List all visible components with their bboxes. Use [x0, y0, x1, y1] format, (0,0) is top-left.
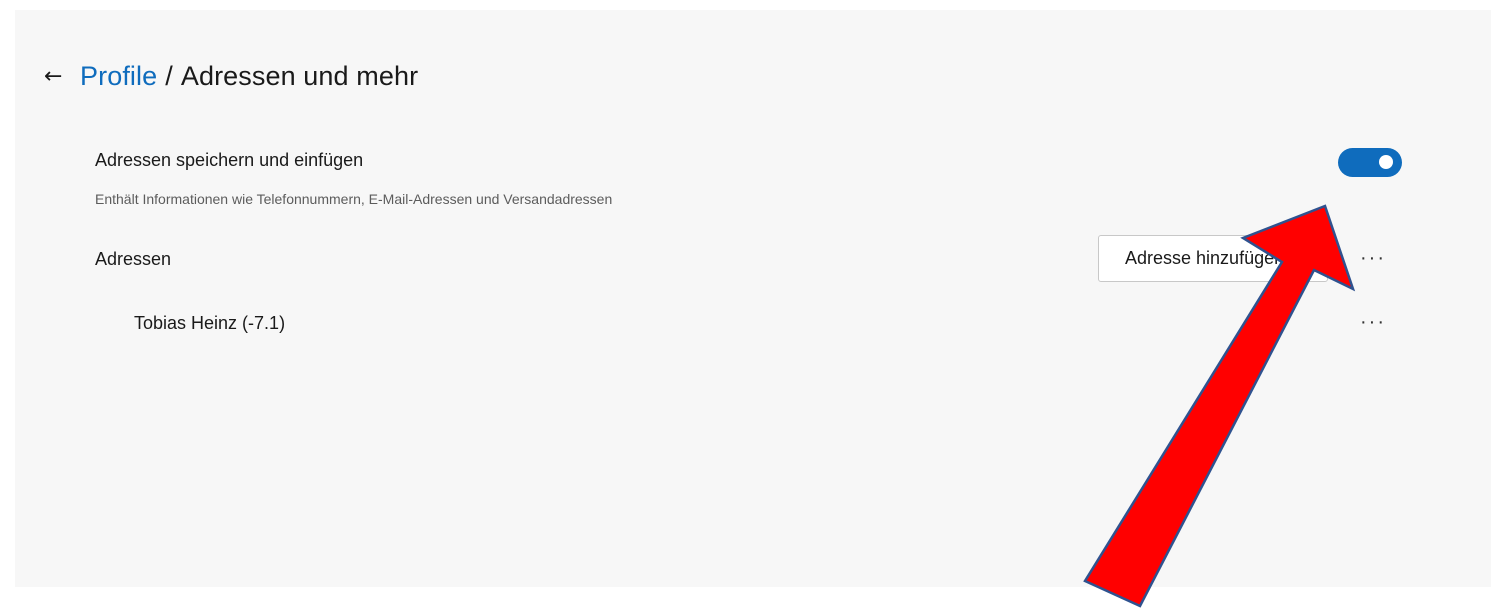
addresses-section-label: Adressen — [95, 249, 172, 269]
save-addresses-setting-title: Adressen speichern und einfügen — [95, 150, 364, 170]
save-addresses-toggle[interactable] — [1338, 148, 1402, 177]
breadcrumb-current: Adressen und mehr — [180, 60, 419, 91]
save-addresses-setting-description: Enthält Informationen wie Telefonnummern… — [95, 191, 613, 207]
back-arrow-icon[interactable]: ← — [44, 64, 80, 89]
page-title: Profile / Adressen und mehr — [80, 61, 418, 92]
add-address-button[interactable]: Adresse hinzufügen — [1098, 235, 1328, 282]
breadcrumb-profile-link[interactable]: Profile — [80, 61, 157, 91]
address-entry-more-options-icon[interactable]: ··· — [1360, 312, 1386, 332]
breadcrumb-separator: / — [165, 60, 173, 91]
toggle-knob — [1379, 155, 1393, 169]
settings-panel — [15, 10, 1491, 587]
addresses-more-options-icon[interactable]: ··· — [1360, 248, 1386, 268]
address-entry[interactable]: Tobias Heinz (-7.1) — [134, 313, 285, 334]
page-header: ← Profile / Adressen und mehr — [44, 56, 418, 96]
